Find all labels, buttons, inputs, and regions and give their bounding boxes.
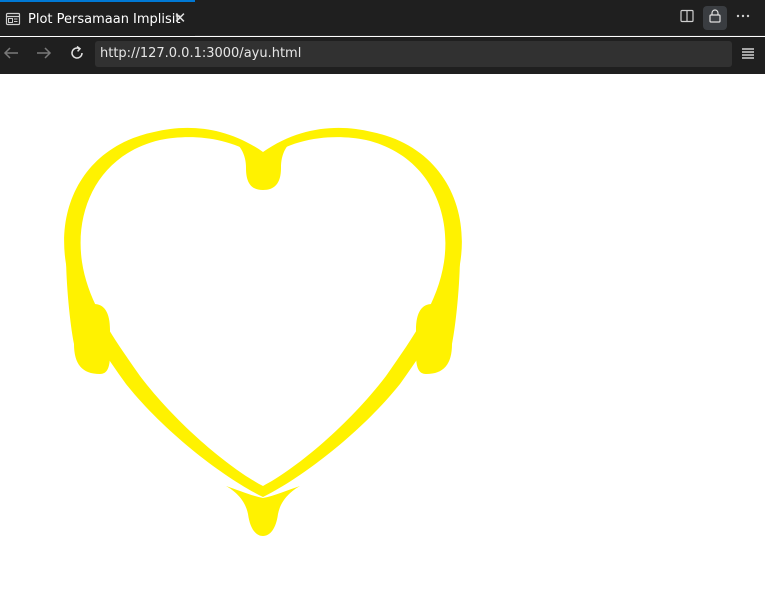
page-icon [5,11,21,27]
heart-curve-group [64,127,462,536]
split-editor-icon [679,8,695,28]
more-icon [735,8,751,28]
back-arrow-icon [2,44,20,66]
split-editor-button[interactable] [675,6,699,30]
menu-icon [741,45,755,64]
heart-plot [0,74,765,600]
heart-top-blob [228,136,298,190]
forward-button[interactable] [33,44,55,66]
more-actions-button[interactable] [731,6,755,30]
page-content [0,74,765,600]
tab-bar: Plot Persamaan Implisit ✕ [0,0,765,36]
tab-title: Plot Persamaan Implisit [28,11,181,27]
close-icon[interactable]: ✕ [172,9,188,27]
lock-icon [707,8,723,28]
menu-button[interactable] [739,45,757,63]
lock-button[interactable] [703,6,727,30]
forward-arrow-icon [35,44,53,66]
active-tab[interactable]: Plot Persamaan Implisit ✕ [0,0,195,36]
back-button[interactable] [0,44,22,66]
address-bar[interactable]: http://127.0.0.1:3000/ayu.html [95,41,732,67]
tab-actions [671,5,755,31]
navigation-bar: http://127.0.0.1:3000/ayu.html [0,37,765,74]
reload-icon [68,44,86,66]
reload-button[interactable] [66,44,88,66]
